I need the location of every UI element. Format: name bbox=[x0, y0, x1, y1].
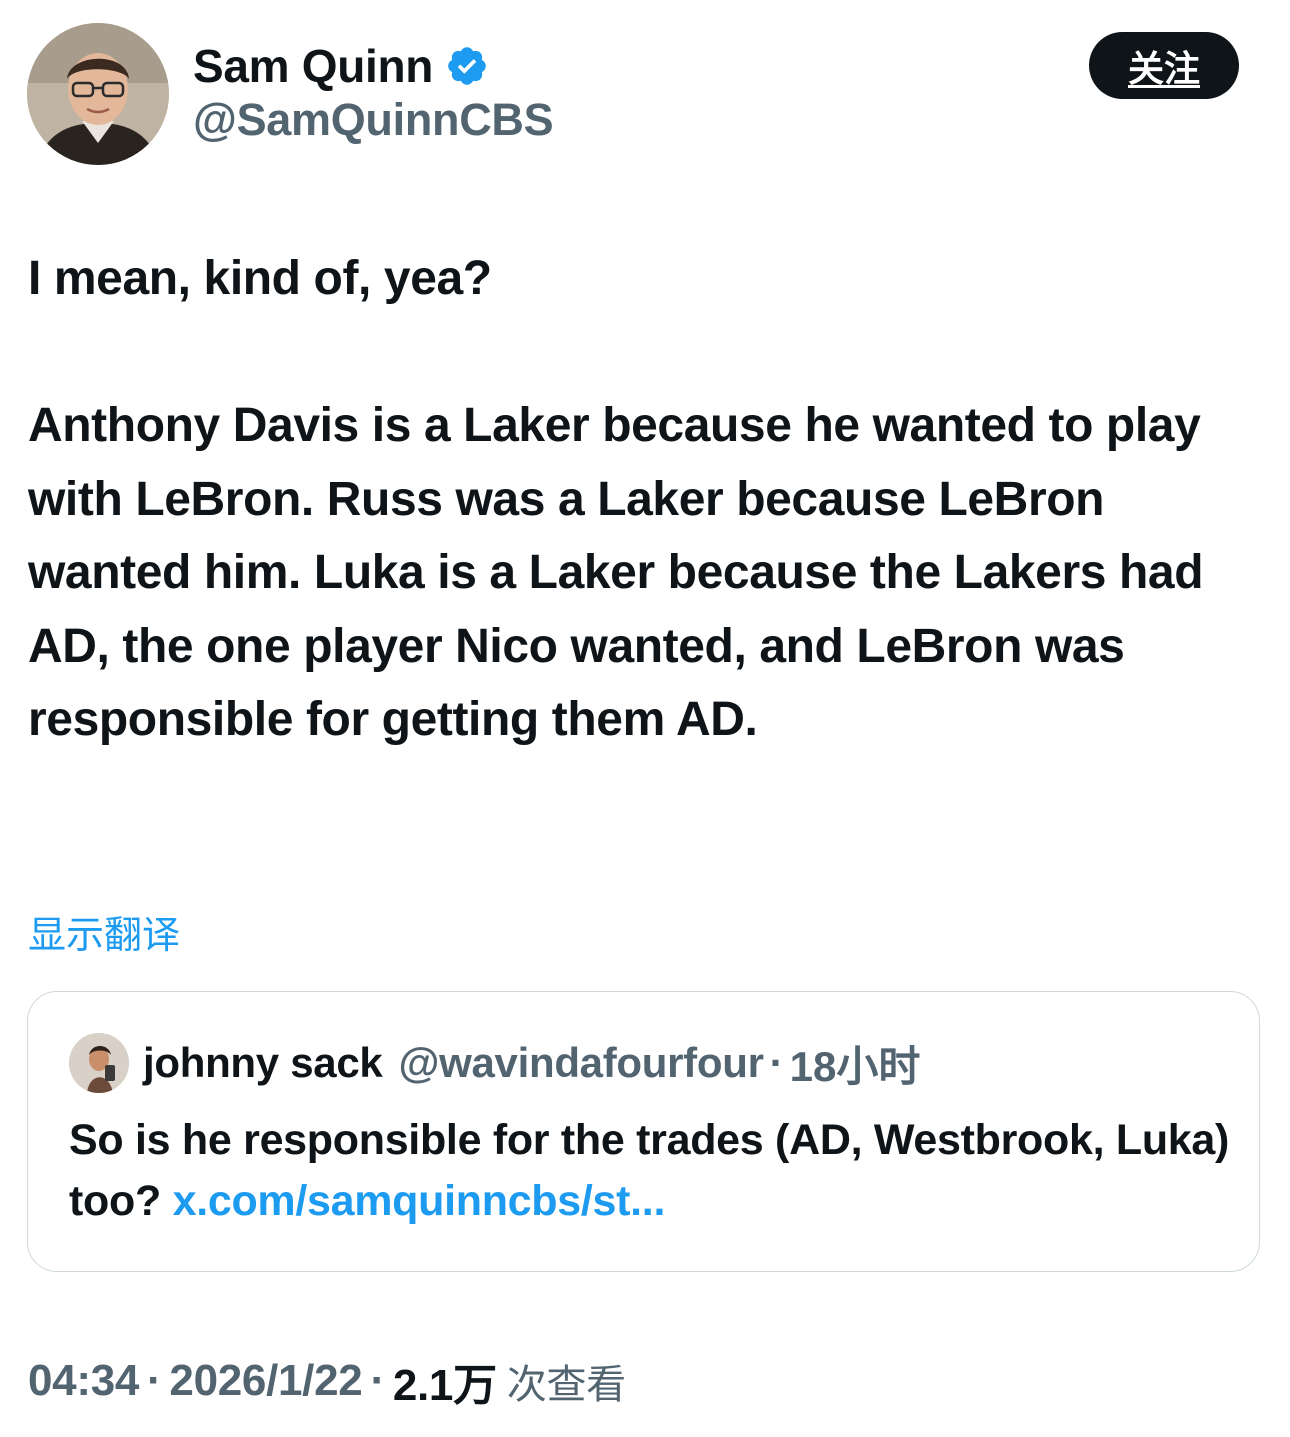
quoted-tweet-time[interactable]: 18小时 bbox=[790, 1033, 921, 1094]
quoted-author-name[interactable]: johnny sack bbox=[143, 1039, 383, 1087]
views-label: 次查看 bbox=[506, 1362, 626, 1408]
separator-dot: · bbox=[769, 1039, 784, 1086]
author-handle[interactable]: @SamQuinnCBS bbox=[193, 94, 554, 146]
quoted-author-handle[interactable]: @wavindafourfour bbox=[398, 1039, 763, 1087]
quoted-avatar-photo-icon bbox=[69, 1033, 129, 1093]
follow-button[interactable]: 关注 bbox=[1089, 32, 1239, 99]
quoted-tweet-header: johnny sack @wavindafourfour · 18小时 bbox=[69, 1028, 920, 1098]
tweet-meta: 04:34 · 2026/1/22 · 2.1万 次查看 bbox=[28, 1351, 626, 1411]
tweet-paragraph: I mean, kind of, yea? bbox=[28, 252, 492, 305]
views-count: 2.1万 bbox=[392, 1361, 497, 1410]
separator-dot: · bbox=[370, 1356, 385, 1405]
separator-dot: · bbox=[147, 1356, 162, 1405]
tweet-paragraph: Anthony Davis is a Laker because he want… bbox=[28, 399, 1204, 746]
quoted-tweet-text: So is he responsible for the trades (AD,… bbox=[69, 1110, 1239, 1232]
tweet-time[interactable]: 04:34 bbox=[28, 1356, 139, 1406]
quoted-tweet-card[interactable]: johnny sack @wavindafourfour · 18小时 So i… bbox=[27, 991, 1260, 1272]
quoted-tweet-link[interactable]: x.com/samquinncbs/st... bbox=[173, 1177, 666, 1225]
quoted-author-avatar[interactable] bbox=[69, 1033, 129, 1093]
author-avatar[interactable] bbox=[27, 23, 169, 165]
verified-badge-icon[interactable] bbox=[445, 44, 489, 88]
avatar-photo-icon bbox=[27, 23, 169, 165]
show-translation-link[interactable]: 显示翻译 bbox=[28, 904, 180, 959]
tweet-date[interactable]: 2026/1/22 bbox=[169, 1356, 362, 1406]
author-name-row: Sam Quinn bbox=[193, 36, 489, 96]
author-display-name[interactable]: Sam Quinn bbox=[193, 39, 433, 93]
tweet-header: Sam Quinn @SamQuinnCBS 关注 bbox=[0, 0, 1290, 180]
tweet-body: I mean, kind of, yea? Anthony Davis is a… bbox=[28, 242, 1268, 757]
